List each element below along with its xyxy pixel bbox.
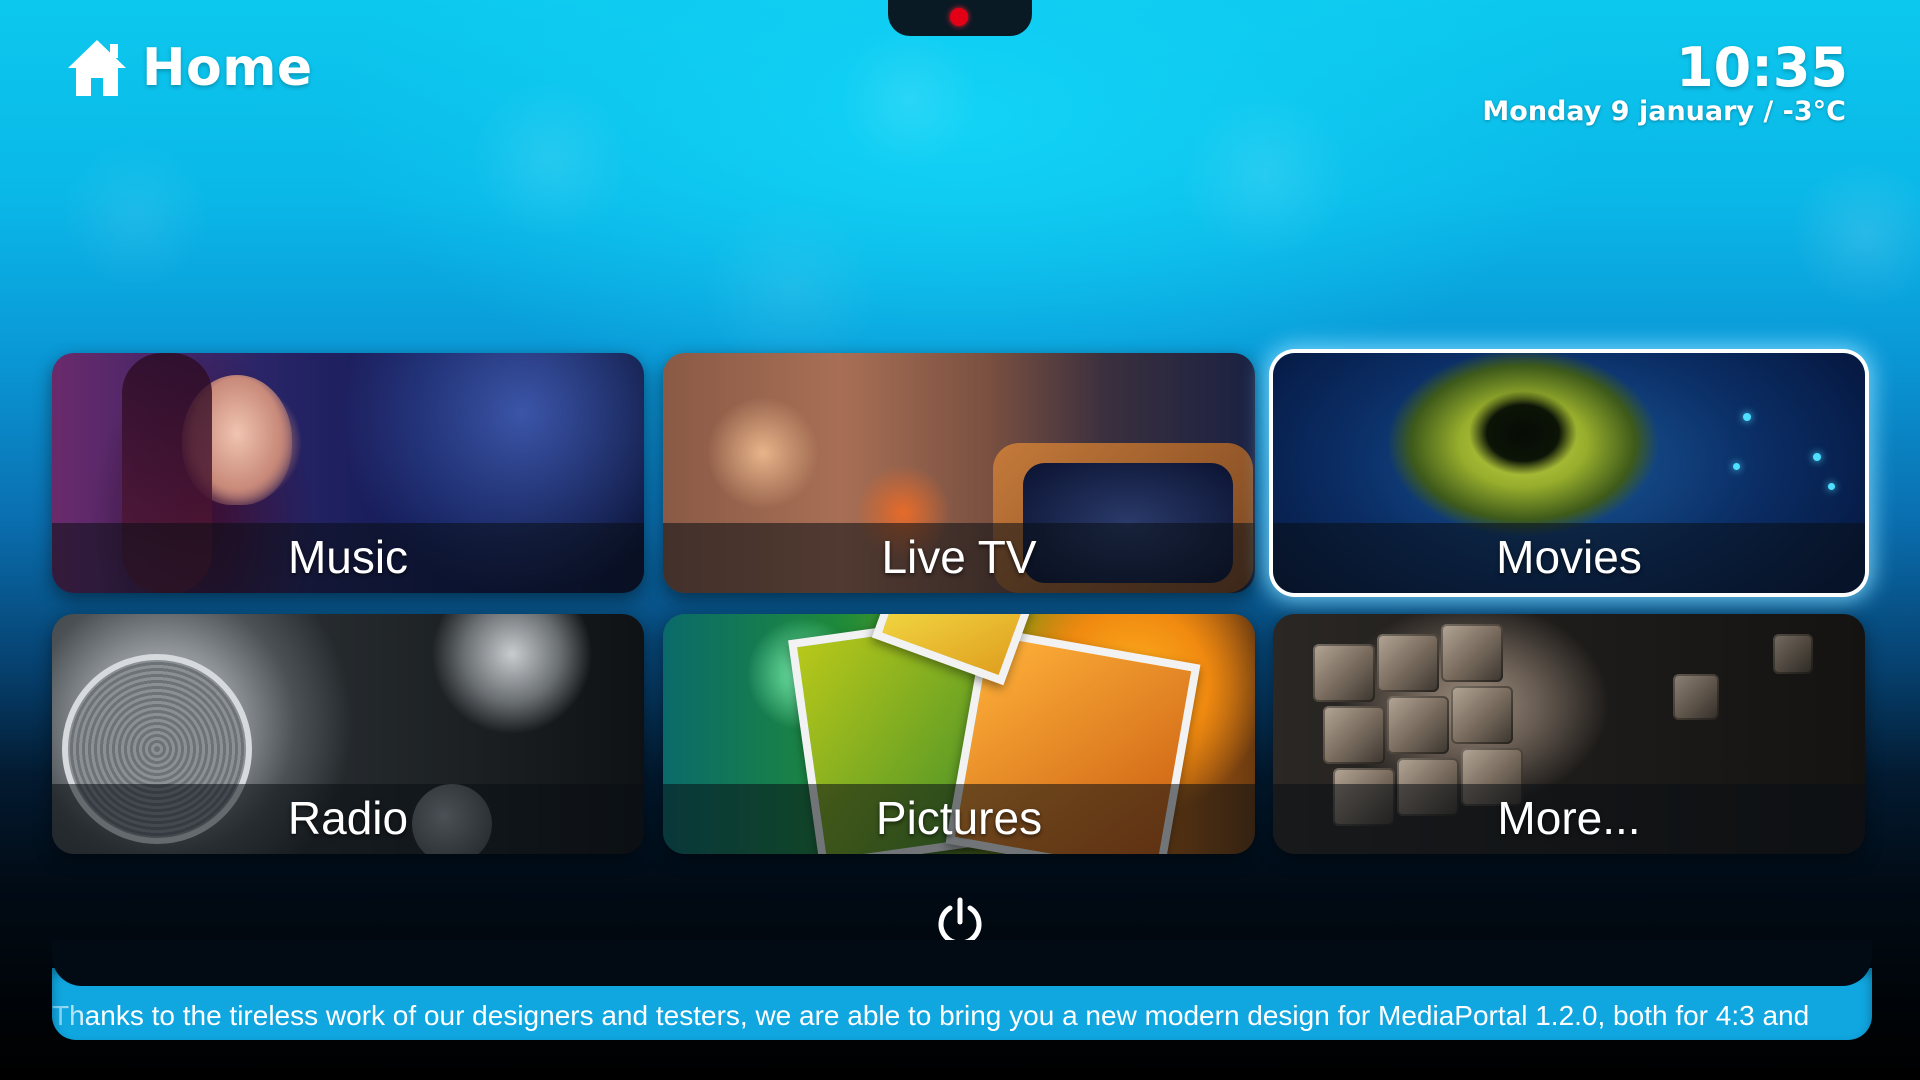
date-weather: Monday 9 january / -3°C xyxy=(1482,96,1846,127)
news-ticker-text: Thanks to the tireless work of our desig… xyxy=(52,1000,1810,1031)
cube-artwork xyxy=(1377,634,1439,692)
tile-music[interactable]: Music xyxy=(52,353,644,593)
tile-label: Pictures xyxy=(875,792,1043,844)
tile-label: Live TV xyxy=(881,531,1037,583)
home-icon xyxy=(68,40,126,96)
tile-radio[interactable]: Radio xyxy=(52,614,644,854)
ticker-top-panel xyxy=(52,940,1872,986)
glow-dot xyxy=(1733,463,1740,470)
page-title: Home xyxy=(142,38,313,98)
cube-artwork xyxy=(1323,706,1385,764)
glow-dot xyxy=(1743,413,1751,421)
tile-more[interactable]: More... xyxy=(1273,614,1865,854)
tile-label: More... xyxy=(1497,792,1641,844)
cube-artwork xyxy=(1451,686,1513,744)
bokeh-decoration xyxy=(1790,160,1920,310)
bokeh-decoration xyxy=(470,80,630,240)
tile-movies[interactable]: Movies xyxy=(1273,353,1865,593)
page-header: Home xyxy=(66,36,313,100)
tile-label: Music xyxy=(287,531,409,583)
cube-artwork xyxy=(1387,696,1449,754)
tile-label: Radio xyxy=(287,792,409,844)
tile-pictures[interactable]: Pictures xyxy=(663,614,1255,854)
bokeh-decoration xyxy=(840,30,980,170)
glow-dot xyxy=(1828,483,1835,490)
glow-dot xyxy=(1813,453,1821,461)
recording-indicator-icon xyxy=(950,8,968,26)
cube-artwork xyxy=(1773,634,1813,674)
tile-label: Movies xyxy=(1496,531,1642,583)
clock-time: 10:35 xyxy=(1676,36,1848,99)
bokeh-decoration xyxy=(60,140,210,290)
home-screen: Home 10:35 Monday 9 january / -3°C Music… xyxy=(0,0,1920,1080)
cube-artwork xyxy=(1673,674,1719,720)
cube-artwork xyxy=(1441,624,1503,682)
cube-artwork xyxy=(1313,644,1375,702)
tile-live-tv[interactable]: Live TV xyxy=(663,353,1255,593)
